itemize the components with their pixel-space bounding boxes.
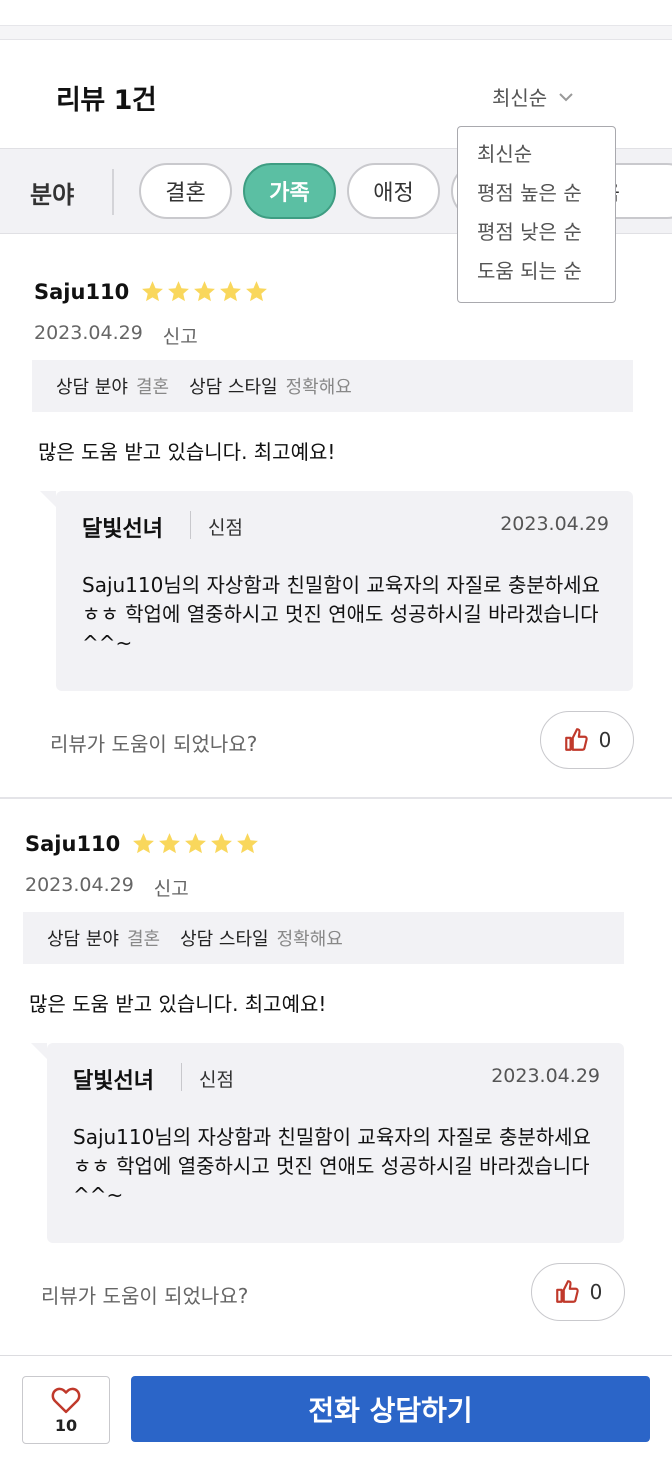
thumbs-up-icon bbox=[555, 1280, 579, 1303]
field-value: 결혼 bbox=[135, 377, 170, 398]
review-body: 많은 도움 받고 있습니다. 최고예요! bbox=[38, 440, 336, 464]
review-count-title: 리뷰 1건 bbox=[56, 85, 157, 116]
call-consult-button[interactable]: 전화 상담하기 bbox=[131, 1376, 650, 1442]
review-card: Saju110 2023.04.29 신고 상담 분야 결혼 상담 스타일 정확… bbox=[0, 786, 672, 1350]
star-icon bbox=[211, 833, 232, 854]
top-strip-inner bbox=[0, 0, 672, 26]
sort-option-rating-high[interactable]: 평점 높은 순 bbox=[458, 178, 615, 217]
filter-divider bbox=[112, 169, 114, 215]
sort-option-helpful[interactable]: 도움 되는 순 bbox=[458, 256, 615, 295]
heart-icon bbox=[51, 1387, 81, 1413]
like-count: 0 bbox=[598, 728, 612, 752]
wishlist-button[interactable]: 10 bbox=[22, 1376, 110, 1444]
reply-date: 2023.04.29 bbox=[500, 513, 609, 535]
review-card: Saju110 2023.04.29 신고 상담 분야 결혼 상담 스타일 정확… bbox=[0, 234, 672, 798]
sort-option-latest[interactable]: 최신순 bbox=[458, 139, 615, 178]
thumbs-up-icon bbox=[564, 728, 588, 751]
chip-marriage[interactable]: 결혼 bbox=[139, 163, 232, 219]
star-icon bbox=[220, 281, 241, 302]
helpful-question: 리뷰가 도움이 되었나요? bbox=[50, 732, 258, 756]
rating-stars bbox=[140, 279, 269, 304]
reply-divider bbox=[190, 511, 191, 539]
star-icon bbox=[185, 833, 206, 854]
review-info-box: 상담 분야 결혼 상담 스타일 정확해요 bbox=[32, 360, 633, 412]
reply-role: 신점 bbox=[199, 1069, 234, 1091]
review-meta: 2023.04.29 신고 bbox=[25, 874, 189, 901]
review-meta: 2023.04.29 신고 bbox=[34, 322, 198, 349]
chevron-down-icon bbox=[559, 92, 573, 101]
reply-role: 신점 bbox=[208, 517, 243, 539]
reply-notch bbox=[40, 491, 56, 507]
reply-name: 달빛선녀 bbox=[82, 517, 163, 542]
star-icon bbox=[246, 281, 267, 302]
style-value: 정확해요 bbox=[276, 929, 343, 950]
like-button[interactable]: 0 bbox=[531, 1263, 625, 1321]
reply-text: Saju110님의 자상함과 친밀함이 교육자의 자질로 충분하세요 ㅎㅎ 학업… bbox=[82, 573, 600, 655]
star-icon bbox=[168, 281, 189, 302]
sort-label: 최신순 bbox=[492, 86, 548, 110]
reply-notch bbox=[31, 1043, 47, 1059]
style-value: 정확해요 bbox=[285, 377, 352, 398]
star-icon bbox=[194, 281, 215, 302]
like-count: 0 bbox=[589, 1280, 603, 1304]
sort-option-rating-low[interactable]: 평점 낮은 순 bbox=[458, 217, 615, 256]
review-date: 2023.04.29 bbox=[34, 322, 143, 344]
filter-label: 분야 bbox=[30, 181, 75, 209]
like-button[interactable]: 0 bbox=[540, 711, 634, 769]
chip-love[interactable]: 애정 bbox=[347, 163, 440, 219]
star-icon bbox=[142, 281, 163, 302]
consultant-reply: 달빛선녀 신점 2023.04.29 Saju110님의 자상함과 친밀함이 교… bbox=[31, 1043, 624, 1243]
style-key: 상담 스타일 bbox=[189, 377, 278, 398]
rating-stars bbox=[131, 831, 260, 856]
review-info-box: 상담 분야 결혼 상담 스타일 정확해요 bbox=[23, 912, 624, 964]
review-author: Saju110 bbox=[25, 832, 121, 856]
field-key: 상담 분야 bbox=[47, 929, 119, 950]
top-strip bbox=[0, 0, 672, 40]
review-body: 많은 도움 받고 있습니다. 최고예요! bbox=[29, 992, 327, 1016]
wishlist-count: 10 bbox=[54, 1415, 78, 1435]
reply-divider bbox=[181, 1063, 182, 1091]
star-icon bbox=[159, 833, 180, 854]
chip-family[interactable]: 가족 bbox=[243, 163, 336, 219]
reply-name: 달빛선녀 bbox=[73, 1069, 154, 1094]
star-icon bbox=[133, 833, 154, 854]
sort-dropdown: 최신순 평점 높은 순 평점 낮은 순 도움 되는 순 bbox=[457, 126, 616, 303]
consultant-reply: 달빛선녀 신점 2023.04.29 Saju110님의 자상함과 친밀함이 교… bbox=[40, 491, 633, 691]
report-link[interactable]: 신고 bbox=[163, 322, 198, 349]
style-key: 상담 스타일 bbox=[180, 929, 269, 950]
review-date: 2023.04.29 bbox=[25, 874, 134, 896]
review-author: Saju110 bbox=[34, 280, 130, 304]
field-key: 상담 분야 bbox=[56, 377, 128, 398]
star-icon bbox=[237, 833, 258, 854]
sort-button[interactable]: 최신순 bbox=[492, 82, 575, 111]
reply-text: Saju110님의 자상함과 친밀함이 교육자의 자질로 충분하세요 ㅎㅎ 학업… bbox=[73, 1125, 591, 1207]
helpful-question: 리뷰가 도움이 되었나요? bbox=[41, 1284, 249, 1308]
report-link[interactable]: 신고 bbox=[154, 874, 189, 901]
bottom-action-bar: 10 전화 상담하기 bbox=[0, 1355, 672, 1470]
reply-date: 2023.04.29 bbox=[491, 1065, 600, 1087]
field-value: 결혼 bbox=[126, 929, 161, 950]
